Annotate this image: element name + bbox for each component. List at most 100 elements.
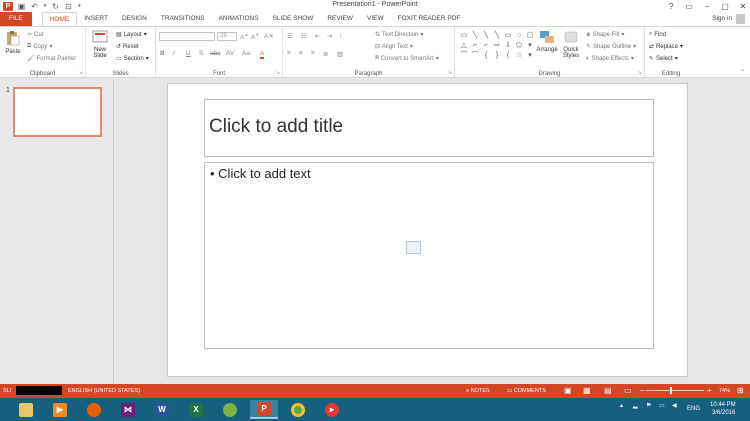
find-button[interactable]: ⌕ Find [649,31,666,38]
shapes-gallery[interactable]: ▭ ╲ ╲ ╲ ▭ ○ ▢ △ ⌐ ⌐ ⇨ ⇩ ⬠ ▾ ⌒ ⌒ { } ( ☆ [459,31,535,60]
collapse-ribbon-icon[interactable]: ⌃ [740,69,745,76]
arc-shape-icon[interactable]: ⌒ [470,51,480,60]
character-spacing-button[interactable]: AV [226,50,234,57]
line-spacing-icon[interactable]: ↕ [339,32,342,39]
tab-view[interactable]: VIEW [360,12,391,26]
rounded-rectangle-shape-icon[interactable]: ▢ [525,31,535,40]
new-slide-button[interactable]: New Slide [89,30,111,59]
arrow-shape-icon[interactable]: ⇩ [503,41,513,50]
chrome-icon[interactable] [284,400,312,419]
zoom-level[interactable]: 74% [719,388,730,394]
font-launcher-icon[interactable]: ↘ [276,70,280,76]
layout-button[interactable]: ▤ Layout ▾ [116,31,147,39]
file-explorer-icon[interactable] [12,400,40,419]
tray-up-arrow-icon[interactable]: ▴ [620,402,623,409]
slide-thumbnail-pane[interactable]: 1 [0,79,114,384]
title-placeholder[interactable]: Click to add title [204,99,654,157]
arrange-button[interactable]: Arrange [535,30,559,53]
tray-battery-icon[interactable]: ▭ [659,402,665,409]
connector-shape-icon[interactable]: ⌐ [470,41,480,50]
visual-studio-icon[interactable]: ⋈ [114,400,142,419]
arc-shape-icon[interactable]: ⌒ [459,51,469,60]
tab-foxit-reader-pdf[interactable]: FOXIT READER PDF [391,12,468,26]
customize-qat-icon[interactable]: ▾ [77,2,82,11]
scroll-down-icon[interactable]: ▾ [525,41,535,50]
shrink-font-icon[interactable]: A▼ [251,32,259,41]
increase-indent-icon[interactable]: ⇥ [327,32,332,40]
arrow-shape-icon[interactable]: ⇨ [492,41,502,50]
font-size-box[interactable]: 28 [217,32,237,41]
tray-clock-time[interactable]: 10:44 PM [710,402,736,408]
align-right-icon[interactable]: ≡ [311,50,315,57]
star-shape-icon[interactable]: ☆ [514,51,524,60]
shape-effects-button[interactable]: ◐ Shape Effects ▾ [586,55,634,63]
line-shape-icon[interactable]: ╲ [470,31,480,40]
tab-transitions[interactable]: TRANSITIONS [154,12,212,26]
replace-button[interactable]: ⇄ Replace ▾ [649,43,683,51]
slide-sorter-icon[interactable]: ▦ [583,386,591,395]
parrot-app-icon[interactable] [216,400,244,419]
slide-show-icon[interactable]: ▭ [624,386,632,395]
pentagon-shape-icon[interactable]: ⬠ [514,41,524,50]
tray-clock-date[interactable]: 3/6/2016 [712,410,735,416]
italic-button[interactable]: I [173,50,175,57]
cut-button[interactable]: ✂ Cut [27,31,43,39]
user-avatar[interactable] [736,14,745,24]
close-button[interactable]: ✕ [738,2,748,11]
fit-slide-icon[interactable]: ⊞ [737,386,744,395]
paste-button[interactable]: Paste [3,30,23,55]
strikethrough-button[interactable]: abc [210,50,220,57]
save-icon[interactable]: ▣ [17,2,26,11]
tray-flag-icon[interactable]: ⚑ [646,402,651,409]
line-shape-icon[interactable]: ╲ [492,31,502,40]
powerpoint-app-icon[interactable]: P [3,1,13,11]
clipboard-launcher-icon[interactable]: ↘ [79,70,83,76]
insert-video-icon[interactable] [406,241,421,254]
more-shapes-icon[interactable]: ▾ [525,51,535,60]
format-painter-button[interactable]: 🖌 Format Painter [27,55,76,63]
font-color-button[interactable]: A [260,50,265,59]
columns-icon[interactable]: ▥ [337,50,343,58]
zoom-slider-thumb[interactable] [670,387,672,394]
reading-view-icon[interactable]: ▤ [604,386,612,395]
normal-view-icon[interactable]: ▣ [564,386,572,395]
justify-icon[interactable]: ≣ [323,50,328,58]
align-text-button[interactable]: ⊟ Align Text ▾ [375,43,413,51]
decrease-indent-icon[interactable]: ⇤ [315,32,320,40]
ribbon-display-options-button[interactable]: ▭ [684,2,694,11]
text-shadow-button[interactable]: S [199,50,203,57]
undo-icon[interactable]: ↶ [30,2,39,11]
oval-shape-icon[interactable]: ○ [514,31,524,40]
firefox-icon[interactable] [80,400,108,419]
tray-network-icon[interactable]: ▂ [633,402,638,409]
grow-font-icon[interactable]: A▲ [240,32,248,41]
bullets-icon[interactable]: ☰ [287,32,293,40]
sign-in-link[interactable]: Sign in [712,12,732,26]
change-case-button[interactable]: Aa [242,50,250,57]
shape-outline-button[interactable]: ✎ Shape Outline ▾ [586,43,636,51]
tab-home[interactable]: HOME [41,12,78,26]
line-shape-icon[interactable]: ╲ [481,31,491,40]
zoom-slider[interactable] [646,390,704,391]
start-from-beginning-icon[interactable]: ⊡ [64,2,73,11]
undo-dropdown-icon[interactable]: ▾ [43,2,47,11]
media-player-icon[interactable]: ▶ [46,400,74,419]
shape-fill-button[interactable]: ◈ Shape Fill ▾ [586,31,624,39]
content-placeholder[interactable]: • Click to add text [204,162,654,349]
red-app-icon[interactable]: ▸ [318,400,346,419]
clear-formatting-icon[interactable]: A✕ [264,32,274,40]
numbering-icon[interactable]: ☷ [301,32,307,40]
minimize-button[interactable]: – [702,2,712,11]
reset-button[interactable]: ↺ Reset [116,43,139,51]
quick-styles-button[interactable]: Quick Styles [559,30,583,59]
copy-button[interactable]: ⧉ Copy ▾ [27,43,52,50]
slide-canvas[interactable]: Click to add title • Click to add text [167,83,688,377]
zoom-out-button[interactable]: – [640,386,644,395]
drawing-launcher-icon[interactable]: ↘ [638,70,642,76]
underline-button[interactable]: U [186,50,191,57]
rectangle-shape-icon[interactable]: ▭ [503,31,513,40]
help-button[interactable]: ? [666,2,676,11]
tab-insert[interactable]: INSERT [77,12,115,26]
brace-shape-icon[interactable]: { [481,51,491,60]
convert-to-smartart-button[interactable]: ⧈ Convert to SmartArt ▾ [375,55,439,62]
